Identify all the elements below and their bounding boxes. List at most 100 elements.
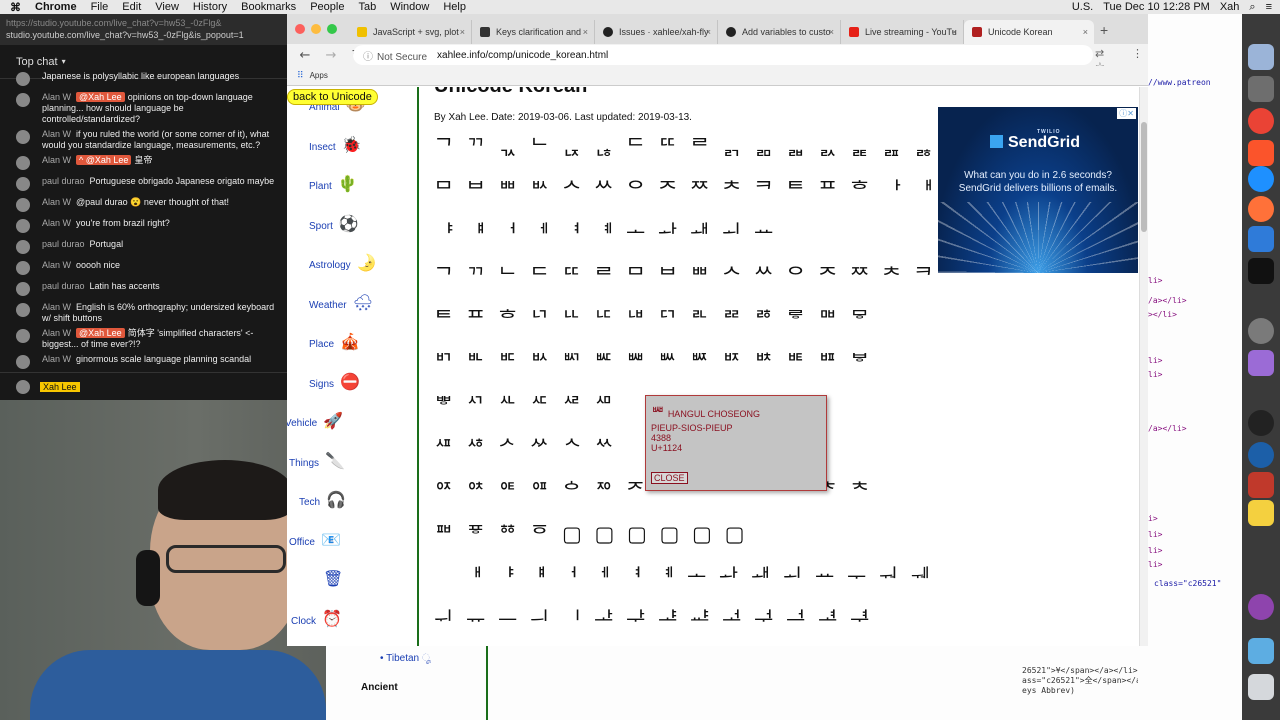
vscode-icon[interactable] [1248,226,1274,252]
nav-item-weather[interactable]: Weather 🌨 [309,293,373,313]
kebab-menu-icon[interactable]: ⋮ [1132,47,1143,60]
tab-add-variables[interactable]: Add variables to custo × [718,20,841,44]
notes-icon[interactable] [1248,500,1274,526]
url-text[interactable]: xahlee.info/comp/unicode_korean.html [437,50,608,61]
hangul-row[interactable]: ᅟ ᅢ ᅣ ᅤ ᅥ ᅦ ᅧ ᅨ ᅩ ᅪ ᅫ ᅬ ᅭ ᅮ ᅯ ᅰ [434,561,933,591]
app-icon[interactable] [1248,442,1274,468]
menubar-app-name[interactable]: Chrome [35,1,77,13]
app-icon[interactable] [1248,350,1274,376]
close-tab-icon[interactable]: × [583,27,588,37]
menu-tab[interactable]: Tab [358,1,376,13]
chat-author[interactable]: Alan W [42,197,71,207]
tab-live-streaming[interactable]: Live streaming - YouTu × [841,20,964,44]
nav-item-tech[interactable]: Tech 🎧 [299,490,346,510]
avatar[interactable] [16,329,30,343]
avatar[interactable] [16,72,30,86]
hangul-row[interactable]: ᄬ ᄭ ᄮ ᄯ ᄰ ᄱ [434,389,616,419]
close-tab-icon[interactable]: × [706,27,711,37]
hangul-row[interactable]: ᅱ ᅲ ᅳ ᅴ ᅵ ᅶ ᅷ ᅸ ᅹ ᅺ ᅻ ᅼ ᅽ ᅾ [434,604,872,634]
finder-icon[interactable] [1248,44,1274,70]
menu-window[interactable]: Window [390,1,429,13]
hangul-row[interactable]: ᄀ ᄁ ᄂ ᄃ ᄄ ᄅ ᄆ ᄇ ᄈ ᄉ ᄊ ᄋ ᄌ ᄍ ᄎ ᄏ [434,260,936,290]
bookmark-apps[interactable]: Apps [310,71,328,80]
avatar[interactable] [16,93,30,107]
chat-author[interactable]: paul durao [42,239,85,249]
chat-author[interactable]: Alan W [42,260,71,270]
security-indicator[interactable]: ⓘ Not Secure [363,48,427,63]
chat-header-title[interactable]: Top chat [16,56,58,68]
firefox-icon[interactable] [1248,196,1274,222]
avatar[interactable] [16,282,30,296]
close-tab-icon[interactable]: × [829,27,834,37]
apple-menu-icon[interactable]: ⌘ [10,1,21,14]
avatar[interactable] [16,219,30,233]
page-scrollbar[interactable] [1139,87,1148,646]
chat-input-row[interactable]: Xah Lee [0,372,287,400]
app-icon[interactable] [1248,594,1274,620]
advertisement[interactable]: ⓘ✕ TWILIO SendGrid What can you do in 2.… [938,107,1138,273]
brave-icon[interactable] [1248,140,1274,166]
chrome-icon[interactable] [1248,108,1274,134]
popup-close-button[interactable]: CLOSE [651,472,688,484]
menu-edit[interactable]: Edit [122,1,141,13]
ad-choices-icon[interactable]: ⓘ✕ [1117,108,1136,119]
new-tab-button[interactable]: + [1100,22,1108,38]
avatar[interactable] [16,303,30,317]
chat-author[interactable]: Alan W [42,92,71,102]
nav-item-sport[interactable]: Sport ⚽ [309,214,359,234]
hangul-row[interactable]: ᅣ ᅤ ᅥ ᅦ ᅧ ᅨ ᅩ ᅪ ᅫ ᅬ ᅭ [434,217,776,247]
close-window-button[interactable] [295,24,305,34]
system-preferences-icon[interactable] [1248,318,1274,344]
close-tab-icon[interactable]: × [460,27,465,37]
nav-item-vehicle[interactable]: Vehicle 🚀 [287,411,343,431]
scrollbar-thumb[interactable] [1141,122,1147,232]
avatar[interactable] [16,261,30,275]
avatar[interactable] [16,240,30,254]
close-tab-icon[interactable]: × [952,27,957,37]
menu-history[interactable]: History [193,1,227,13]
avatar[interactable] [16,130,30,144]
avatar[interactable] [16,198,30,212]
hangul-row[interactable]: ᅖ ᅗ ᅘ ᅙ ▢ ▢ ▢ ▢ ▢ ▢ [434,518,747,548]
avatar[interactable] [16,355,30,369]
chevron-down-icon[interactable]: ▾ [62,57,66,66]
maximize-window-button[interactable] [327,24,337,34]
close-tab-icon[interactable]: × [1083,27,1088,37]
chat-author[interactable]: Alan W [42,302,71,312]
hangul-row[interactable]: ᄺ ᄻ ᄼ ᄽ ᄾ ᄿ [434,432,616,462]
chat-author[interactable]: Alan W [42,328,71,338]
menu-bookmarks[interactable]: Bookmarks [241,1,296,13]
avatar[interactable] [16,156,30,170]
nav-item-insect[interactable]: Insect 🐞 [309,135,362,155]
hangul-row[interactable]: ᄆ ᄇ ᄈ ᄡ ᄉ ᄊ ᄋ ᄌ ᄍ ᄎ ᄏ ᄐ ᄑ ᄒ ᅡ ᅢ [434,174,936,204]
chat-author[interactable]: Alan W [42,155,71,165]
nav-item-tibetan[interactable]: • Tibetan ೄ [380,653,431,664]
terminal-icon[interactable] [1248,258,1274,284]
trash-icon[interactable] [1248,674,1274,700]
back-to-unicode-button[interactable]: back to Unicode [287,89,378,105]
obs-icon[interactable] [1248,410,1274,436]
list-icon[interactable]: ≡ [1266,1,1272,13]
nav-item-things[interactable]: Things 🔪 [289,451,345,471]
nav-item-signs[interactable]: Signs ⛔ [309,372,360,392]
hangul-row[interactable]: ᄐ ᄑ ᄒ ᄓ ᄔ ᄕ ᄖ ᄗ ᄘ ᄙ ᄚ ᄛ ᄜ ᄝ [434,303,872,333]
menu-view[interactable]: View [155,1,179,13]
chat-author[interactable]: Alan W [42,354,71,364]
tab-unicode-korean[interactable]: Unicode Korean × [964,20,1094,44]
search-icon[interactable]: ⌕ [1249,1,1255,14]
forward-arrow-icon[interactable]: → [323,48,339,63]
translate-icon[interactable]: ⇄ [1095,47,1104,60]
app-icon[interactable] [1248,76,1274,102]
safari-icon[interactable] [1248,166,1274,192]
nav-item-astrology[interactable]: Astrology 🌛 [309,253,377,273]
nav-item-plant[interactable]: Plant 🌵 [309,174,358,194]
chat-author[interactable]: Alan W [42,218,71,228]
menu-file[interactable]: File [91,1,109,13]
apps-grid-icon[interactable]: ⠿ [297,71,304,81]
menu-people[interactable]: People [310,1,344,13]
clock[interactable]: Tue Dec 10 12:28 PM [1103,1,1210,13]
user-name[interactable]: Xah [1220,1,1240,13]
chat-author[interactable]: Alan W [42,129,71,139]
hangul-row[interactable]: ᄀ ᄁ ᆪ ᄂ ᆬ ᆭ ᄃ ᄄ ᄅ ᆰ ᆱ ᆲ ᆳ ᆴ ᆵ ᆶ [434,131,936,161]
avatar[interactable] [16,177,30,191]
